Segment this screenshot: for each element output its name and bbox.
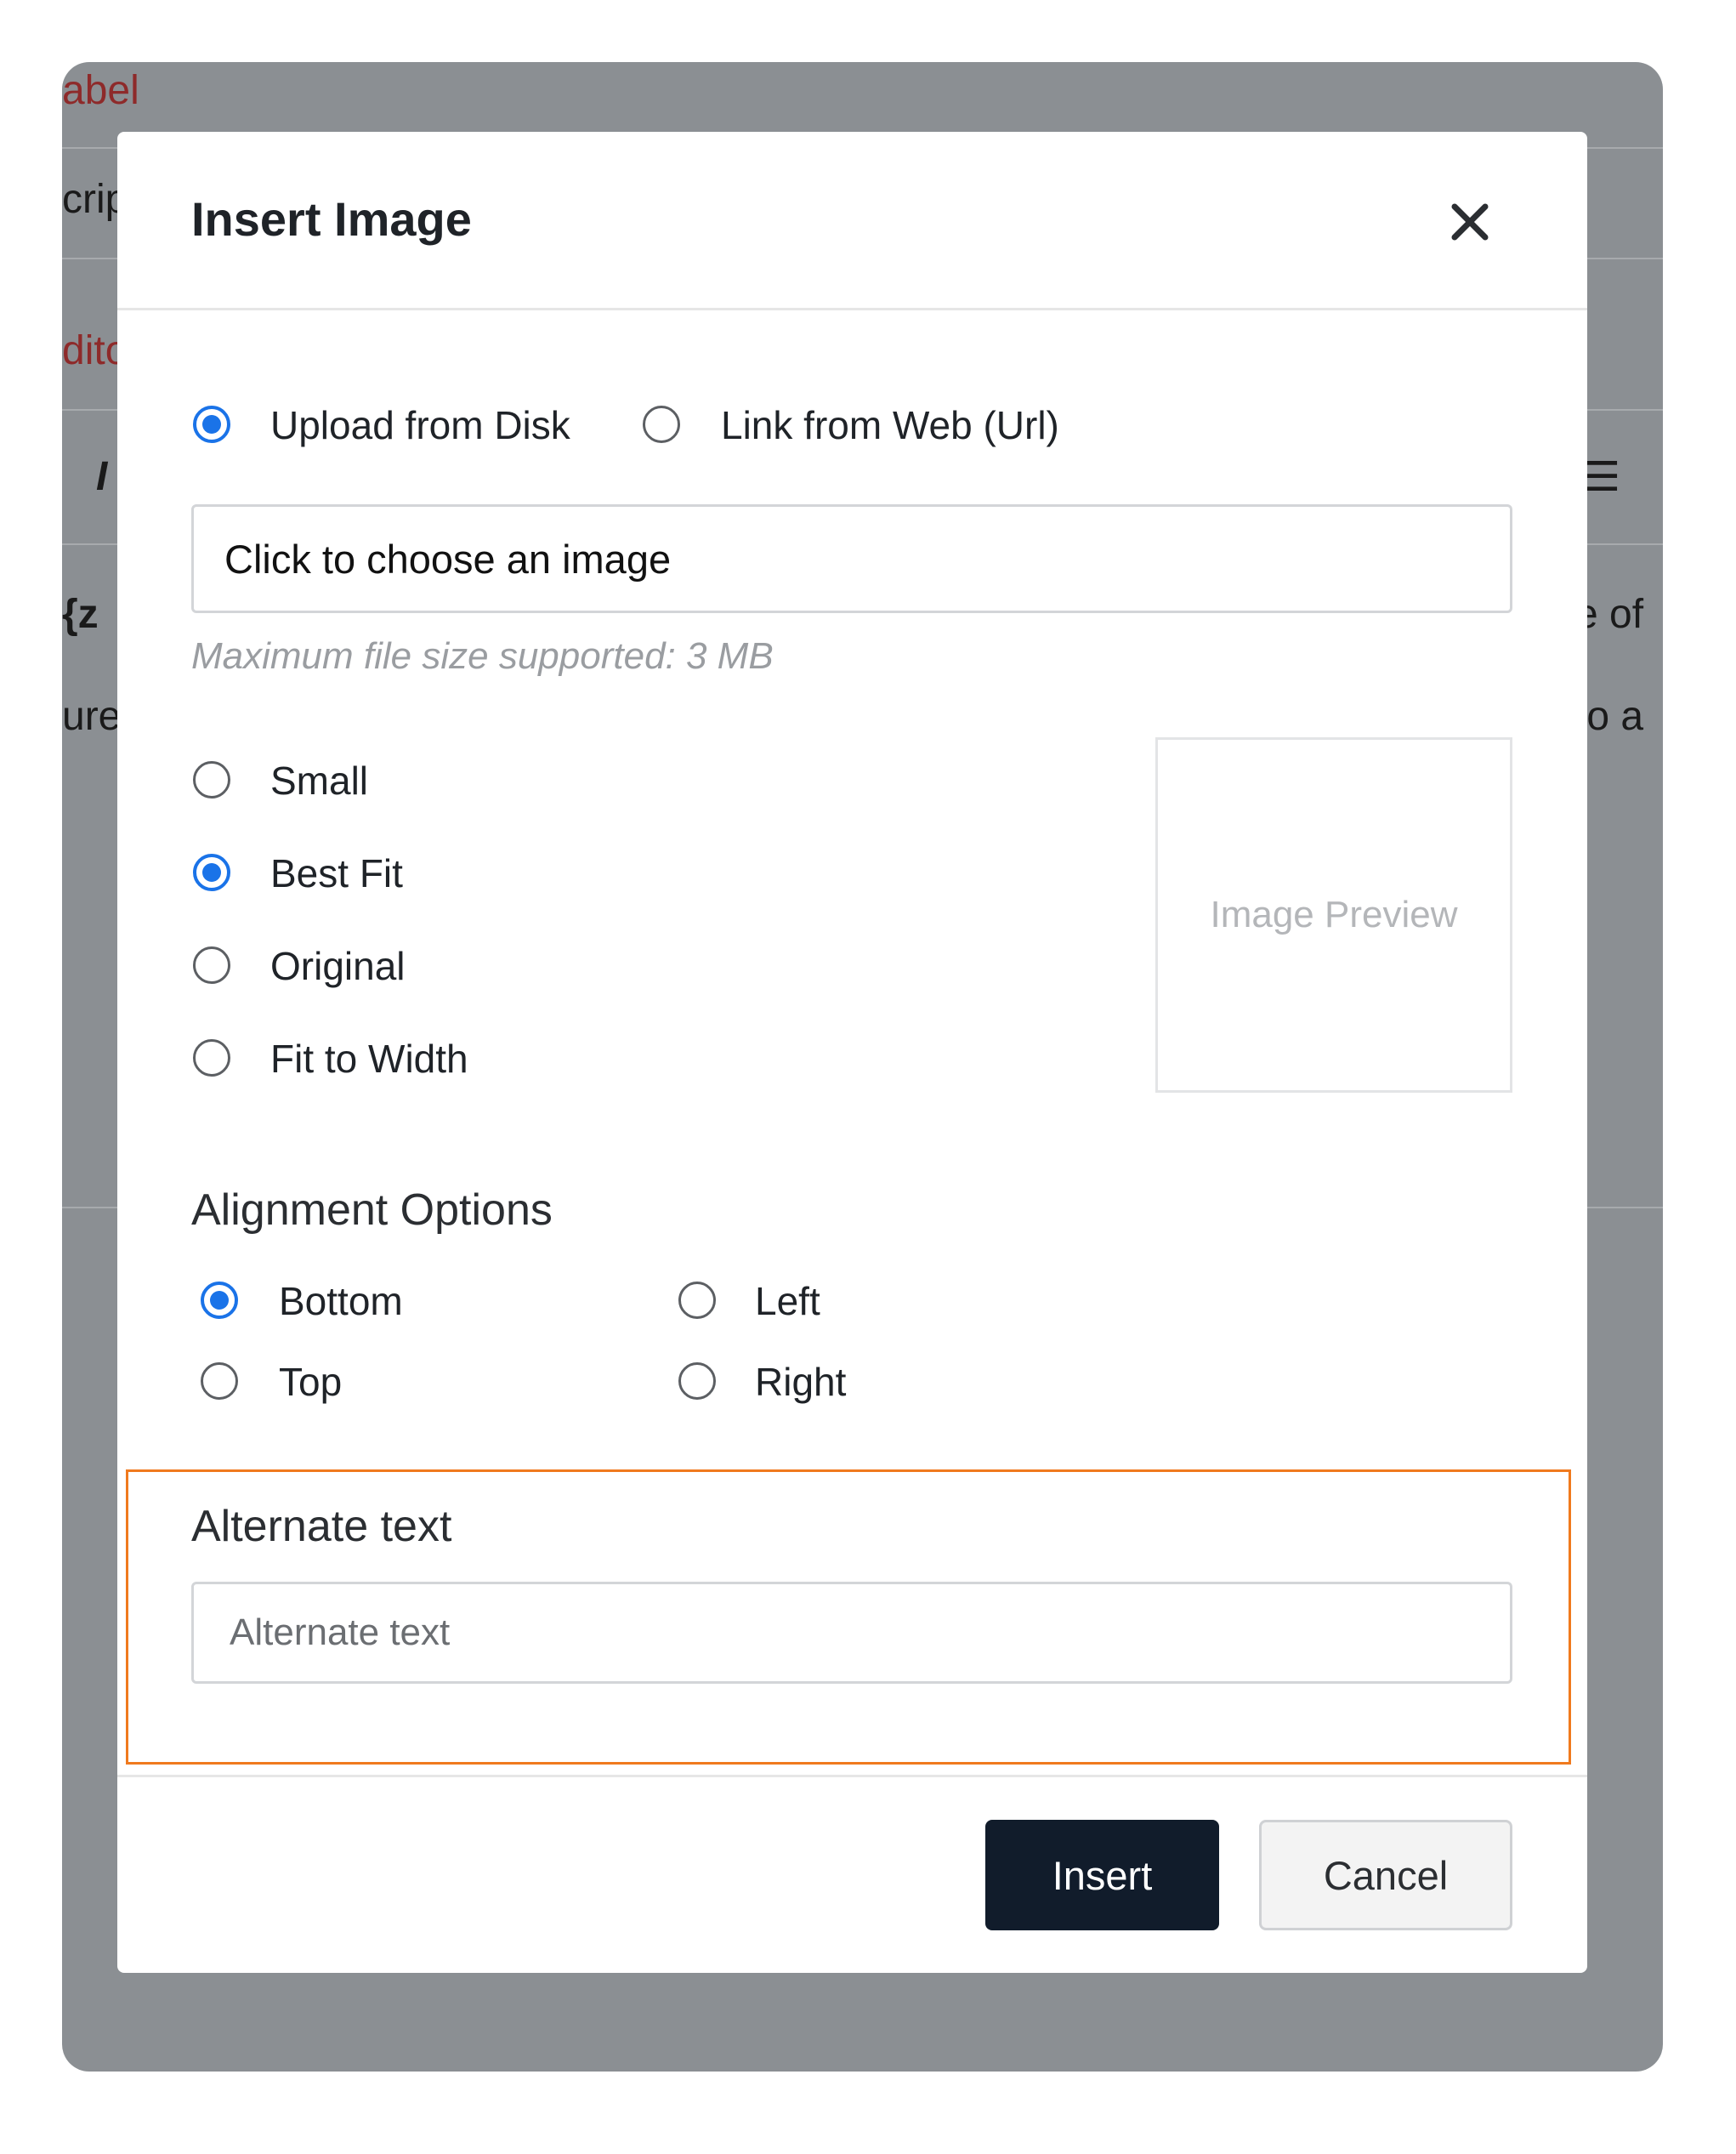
cancel-button[interactable]: Cancel xyxy=(1259,1820,1512,1930)
alternate-text-input[interactable] xyxy=(191,1582,1512,1684)
radio-size-best-fit-label[interactable]: Best Fit xyxy=(270,850,403,896)
dialog-header: Insert Image xyxy=(117,132,1587,310)
radio-size-original-label[interactable]: Original xyxy=(270,943,406,989)
background-text-fragment: ure xyxy=(62,694,122,739)
max-file-size-hint: Maximum file size supported: 3 MB xyxy=(191,635,774,677)
footer-divider xyxy=(117,1775,1587,1777)
radio-align-bottom-label[interactable]: Bottom xyxy=(279,1278,403,1324)
image-preview: Image Preview xyxy=(1155,737,1512,1093)
radio-size-fit-to-width[interactable] xyxy=(193,1039,230,1077)
radio-size-small-label[interactable]: Small xyxy=(270,758,368,804)
radio-align-top[interactable] xyxy=(201,1362,238,1400)
radio-size-best-fit[interactable] xyxy=(193,854,230,891)
radio-link-from-web-label[interactable]: Link from Web (Url) xyxy=(721,402,1059,448)
radio-align-left-label[interactable]: Left xyxy=(755,1278,820,1324)
background-label-fragment: abel xyxy=(62,68,139,113)
alternate-text-title: Alternate text xyxy=(191,1502,452,1551)
insert-image-dialog: Insert Image Upload from Disk Link from … xyxy=(117,132,1587,1973)
insert-button[interactable]: Insert xyxy=(985,1820,1219,1930)
radio-upload-from-disk-label[interactable]: Upload from Disk xyxy=(270,402,570,448)
dialog-title: Insert Image xyxy=(191,192,472,246)
radio-size-original[interactable] xyxy=(193,946,230,984)
choose-image-label: Click to choose an image xyxy=(224,536,672,582)
background-code-fragment: {z xyxy=(62,592,99,637)
radio-align-left[interactable] xyxy=(678,1282,716,1319)
radio-upload-from-disk[interactable] xyxy=(193,406,230,443)
close-icon[interactable] xyxy=(1446,198,1494,246)
background-list-icon: ☰ xyxy=(1584,455,1621,500)
radio-link-from-web[interactable] xyxy=(643,406,680,443)
radio-size-fit-to-width-label[interactable]: Fit to Width xyxy=(270,1036,468,1082)
radio-size-small[interactable] xyxy=(193,761,230,799)
radio-align-bottom[interactable] xyxy=(201,1282,238,1319)
radio-align-right[interactable] xyxy=(678,1362,716,1400)
alignment-options-title: Alignment Options xyxy=(191,1185,553,1235)
background-italic-icon: I xyxy=(96,454,108,499)
radio-align-right-label[interactable]: Right xyxy=(755,1359,846,1405)
radio-align-top-label[interactable]: Top xyxy=(279,1359,342,1405)
choose-image-input[interactable]: Click to choose an image xyxy=(191,504,1512,613)
image-preview-label: Image Preview xyxy=(1210,894,1458,935)
